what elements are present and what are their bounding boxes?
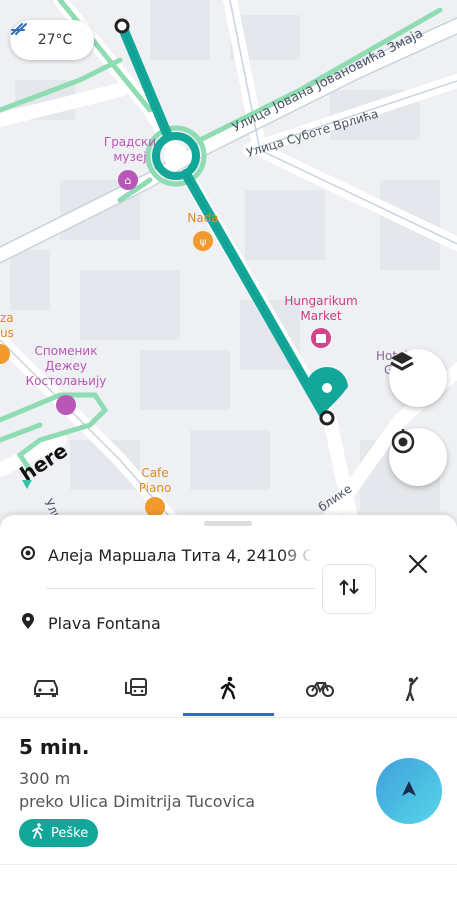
spomenik-label-2: Дежеу bbox=[45, 359, 87, 373]
destination-row[interactable]: Plava Fontana bbox=[20, 612, 161, 634]
start-navigation-button[interactable] bbox=[376, 758, 442, 824]
tab-transit[interactable] bbox=[91, 665, 182, 715]
origin-circle-icon bbox=[20, 545, 36, 565]
swap-icon bbox=[338, 576, 360, 602]
spomenik-label-1: Споменик bbox=[35, 344, 98, 358]
route-end-marker bbox=[319, 410, 335, 426]
route-via: preko Ulica Dimitrija Tucovica bbox=[19, 792, 256, 811]
svg-text:ψ: ψ bbox=[200, 237, 207, 248]
cafe-label-1: Cafe bbox=[141, 466, 168, 480]
weather-chip[interactable]: 27°C bbox=[10, 20, 94, 60]
spomenik-label-3: Костолањију bbox=[26, 374, 107, 388]
svg-text:⌂: ⌂ bbox=[125, 174, 132, 187]
travel-mode-tabs bbox=[0, 665, 457, 718]
route-sheet: Алеја Маршала Тита 4, 24109 С Plava Font… bbox=[0, 515, 457, 900]
walk-badge-label: Peške bbox=[51, 825, 89, 841]
layers-button[interactable] bbox=[389, 349, 447, 407]
location-pin-icon bbox=[20, 612, 36, 634]
walk-mode-badge: Peške bbox=[19, 819, 99, 847]
tab-car[interactable] bbox=[0, 665, 91, 715]
route-result[interactable]: 5 min. 300 m preko Ulica Dimitrija Tucov… bbox=[19, 735, 255, 847]
pizza-label-2: us bbox=[0, 326, 14, 340]
bus-icon bbox=[124, 676, 150, 704]
cafe-label-2: Piano bbox=[139, 481, 172, 495]
route-divider bbox=[46, 588, 316, 589]
sheet-handle[interactable] bbox=[204, 521, 252, 526]
hungarikum-label-1: Hungarikum bbox=[284, 294, 357, 308]
origin-row[interactable]: Алеја Маршала Тита 4, 24109 С bbox=[20, 545, 313, 565]
route-duration: 5 min. bbox=[19, 735, 90, 759]
walk-badge-icon bbox=[31, 823, 45, 843]
tab-walk[interactable] bbox=[183, 665, 274, 715]
close-icon bbox=[407, 553, 429, 579]
tab-bike[interactable] bbox=[274, 665, 365, 715]
route-start-marker bbox=[114, 18, 130, 34]
pizza-label-1: za bbox=[0, 311, 14, 325]
navigation-arrow-icon bbox=[399, 779, 419, 803]
monument-icon bbox=[56, 395, 76, 415]
tab-taxi[interactable] bbox=[366, 665, 457, 715]
car-icon bbox=[32, 678, 60, 702]
museum-label-2: музеј bbox=[113, 150, 146, 164]
museum-label-1: Градски bbox=[104, 135, 156, 149]
destination-field[interactable]: Plava Fontana bbox=[48, 614, 161, 633]
close-button[interactable] bbox=[400, 548, 436, 584]
origin-field[interactable]: Алеја Маршала Тита 4, 24109 С bbox=[48, 546, 313, 565]
weather-temperature: 27°C bbox=[37, 32, 73, 48]
locate-button[interactable] bbox=[389, 428, 447, 486]
bicycle-icon bbox=[305, 678, 334, 702]
nada-label: Nada bbox=[187, 211, 218, 225]
hungarikum-label-2: Market bbox=[300, 309, 342, 323]
walk-icon bbox=[219, 676, 239, 704]
swap-button[interactable] bbox=[322, 564, 376, 614]
route-distance: 300 m bbox=[19, 769, 71, 788]
cafe-icon bbox=[145, 497, 165, 517]
hail-icon bbox=[402, 675, 422, 705]
selected-tab-indicator bbox=[183, 713, 274, 716]
map-view[interactable]: ⌂ ψ Улица Јована Јовановића Змаја Улица … bbox=[0, 0, 457, 540]
sheet-bottom-divider bbox=[0, 864, 457, 865]
